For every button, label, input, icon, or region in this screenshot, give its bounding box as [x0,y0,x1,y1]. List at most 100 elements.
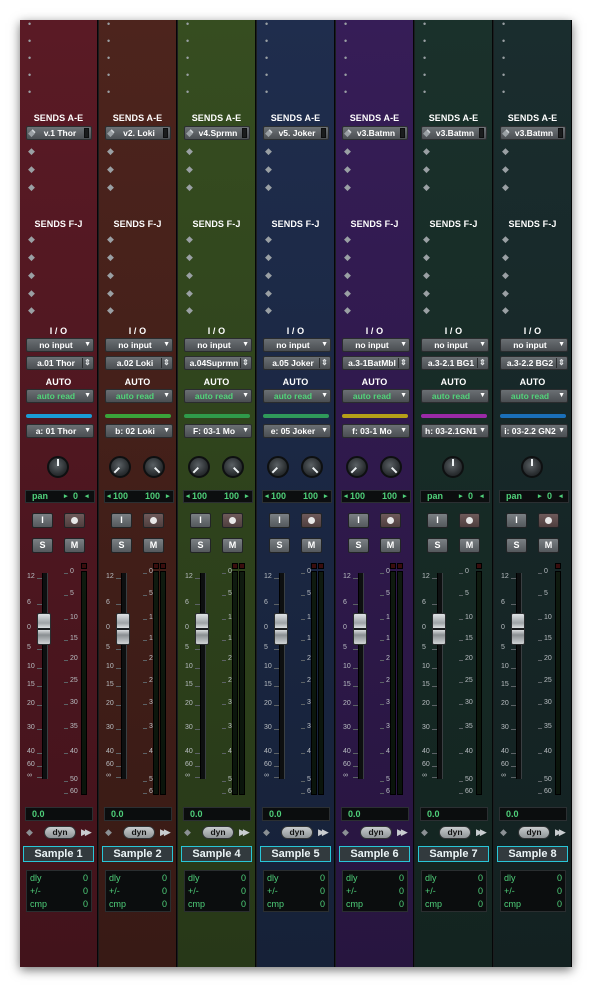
send-slot[interactable]: ◆ [344,305,354,315]
insert-slot[interactable]: • [28,87,38,97]
send-slot[interactable]: ◆ [28,234,38,244]
mute-button[interactable]: M [301,538,322,553]
pan-display[interactable]: pan ▸ 0 ◂ [25,490,95,503]
track-name[interactable]: Sample 6 [339,846,410,862]
insert-slot[interactable]: • [107,36,117,46]
output-selector[interactable]: a.02 Loki ⇕ [105,356,173,370]
send-slot[interactable]: ◆ [265,182,275,192]
send-slot[interactable]: ◆ [423,128,433,138]
send-fader-icon[interactable] [400,128,405,138]
volume-fader[interactable] [37,613,51,645]
output-selector[interactable]: a.3-2.2 BG2 ⇕ [500,356,568,370]
record-button[interactable] [459,513,480,528]
insert-slot[interactable]: • [265,87,275,97]
solo-button[interactable]: S [348,538,369,553]
volume-display[interactable]: 0.0 [104,807,172,821]
output-selector[interactable]: a.04Suprmn ⇕ [184,356,252,370]
record-button[interactable] [143,513,164,528]
send-slot[interactable]: ◆ [502,270,512,280]
send-slot[interactable]: ◆ [423,234,433,244]
send-slot[interactable]: ◆ [265,305,275,315]
routing-selector[interactable]: i: 03-2.2 GN2 ▼ [500,424,568,438]
output-path-icon[interactable]: ⇕ [319,358,329,368]
automation-mode-selector[interactable]: auto read ▼ [421,389,489,403]
automation-mode-selector[interactable]: auto read ▼ [105,389,173,403]
volume-fader[interactable] [116,613,130,645]
insert-slot[interactable]: • [502,53,512,63]
insert-slot[interactable]: • [423,70,433,80]
dyn-button[interactable]: dyn [360,826,392,839]
send-slot[interactable]: ◆ [265,128,275,138]
dyn-button[interactable]: dyn [123,826,155,839]
insert-slot[interactable]: • [423,53,433,63]
insert-slot[interactable]: • [186,36,196,46]
dyn-button[interactable]: dyn [202,826,234,839]
clip-indicator[interactable] [390,563,396,569]
track-name[interactable]: Sample 4 [181,846,252,862]
input-selector[interactable]: no input ▼ [105,338,173,352]
routing-selector[interactable]: f: 03-1 Mo ▼ [342,424,410,438]
send-slot[interactable]: ◆ [423,182,433,192]
track-name[interactable]: Sample 1 [23,846,94,862]
insert-slot[interactable]: • [502,20,512,29]
mute-button[interactable]: M [143,538,164,553]
send-slot[interactable]: ◆ [423,270,433,280]
play-arrows-icon[interactable]: ▶▶ [81,826,92,839]
clip-indicator[interactable] [81,563,87,569]
send-slot[interactable]: ◆ [28,270,38,280]
mute-button[interactable]: M [380,538,401,553]
send-slot[interactable]: ◆ [28,128,38,138]
pan-display[interactable]: ◂ 100 100 ▸ [183,490,253,503]
dyn-button[interactable]: dyn [439,826,471,839]
pan-display[interactable]: ◂ 100 100 ▸ [262,490,332,503]
automation-mode-selector[interactable]: auto read ▼ [184,389,252,403]
output-path-icon[interactable]: ⇕ [161,358,171,368]
insert-button[interactable]: I [269,513,290,528]
insert-slot[interactable]: • [28,53,38,63]
insert-slot[interactable]: • [186,53,196,63]
send-slot[interactable]: ◆ [265,234,275,244]
volume-display[interactable]: 0.0 [420,807,488,821]
send-slot[interactable]: ◆ [502,305,512,315]
mute-button[interactable]: M [222,538,243,553]
pan-left-knob[interactable] [346,456,368,478]
solo-button[interactable]: S [190,538,211,553]
send-slot[interactable]: ◆ [344,252,354,262]
insert-slot[interactable]: • [28,36,38,46]
volume-fader[interactable] [274,613,288,645]
automation-mode-selector[interactable]: auto read ▼ [263,389,331,403]
send-slot[interactable]: ◆ [186,146,196,156]
mute-button[interactable]: M [459,538,480,553]
send-slot[interactable]: ◆ [186,234,196,244]
dyn-button[interactable]: dyn [44,826,76,839]
pan-left-knob[interactable] [267,456,289,478]
pan-knob[interactable] [442,456,464,478]
send-slot[interactable]: ◆ [107,146,117,156]
insert-slot[interactable]: • [344,53,354,63]
dyn-button[interactable]: dyn [518,826,550,839]
insert-button[interactable]: I [427,513,448,528]
solo-button[interactable]: S [111,538,132,553]
send-slot[interactable]: ◆ [502,128,512,138]
insert-button[interactable]: I [111,513,132,528]
routing-selector[interactable]: b: 02 Loki ▼ [105,424,173,438]
routing-selector[interactable]: h: 03-2.1GN1 ▼ [421,424,489,438]
output-selector[interactable]: a.3-1BatMbl ⇕ [342,356,410,370]
insert-slot[interactable]: • [186,70,196,80]
input-selector[interactable]: no input ▼ [184,338,252,352]
send-fader-icon[interactable] [321,128,326,138]
send-slot[interactable]: ◆ [423,288,433,298]
input-selector[interactable]: no input ▼ [26,338,94,352]
pan-knob[interactable] [521,456,543,478]
send-slot[interactable]: ◆ [186,288,196,298]
send-slot[interactable]: ◆ [107,164,117,174]
insert-slot[interactable]: • [502,70,512,80]
input-selector[interactable]: no input ▼ [421,338,489,352]
send-slot[interactable]: ◆ [107,270,117,280]
solo-button[interactable]: S [506,538,527,553]
send-slot[interactable]: ◆ [186,270,196,280]
send-slot[interactable]: ◆ [265,252,275,262]
send-slot[interactable]: ◆ [265,288,275,298]
pan-right-knob[interactable] [301,456,323,478]
pan-right-knob[interactable] [380,456,402,478]
